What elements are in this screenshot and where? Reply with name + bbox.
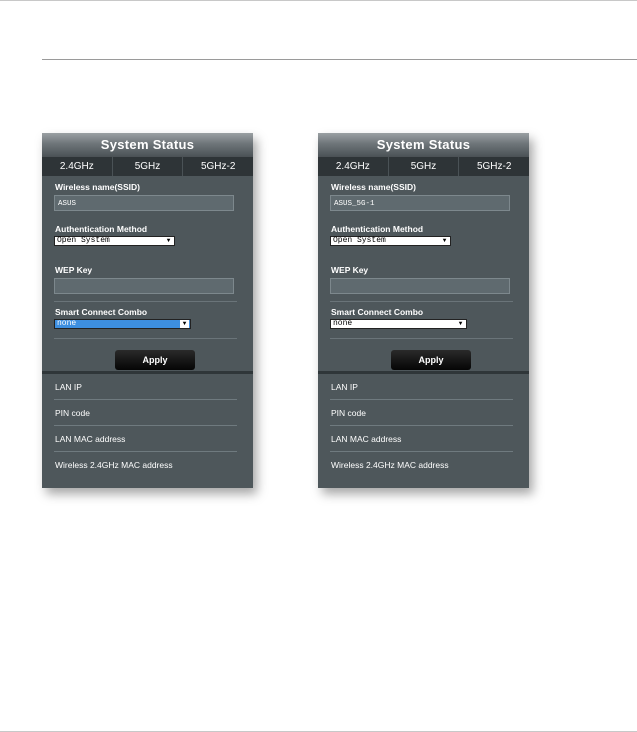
chevron-down-icon: ▼ [166, 237, 171, 244]
smart-connect-value: none [57, 319, 77, 328]
top-rule [0, 0, 637, 1]
panel-title: System Status [42, 133, 253, 157]
lan-mac-row: LAN MAC address [42, 426, 253, 452]
tab-5ghz[interactable]: 5GHz [387, 157, 459, 176]
chevron-down-icon: ▼ [442, 237, 447, 244]
tab-2-4ghz[interactable]: 2.4GHz [318, 157, 388, 176]
header-rule [42, 59, 637, 60]
apply-button[interactable]: Apply [391, 350, 471, 370]
wep-key-label: WEP Key [331, 265, 369, 275]
status-info-list: LAN IP PIN code LAN MAC address Wireless… [318, 374, 529, 478]
status-info-list: LAN IP PIN code LAN MAC address Wireless… [42, 374, 253, 478]
tab-5ghz-2[interactable]: 5GHz-2 [182, 157, 253, 176]
tab-2-4ghz[interactable]: 2.4GHz [42, 157, 112, 176]
wep-key-input[interactable] [54, 278, 234, 294]
apply-button[interactable]: Apply [115, 350, 195, 370]
pin-code-row: PIN code [42, 400, 253, 426]
lan-ip-row: LAN IP [42, 374, 253, 400]
band-tabs: 2.4GHz 5GHz 5GHz-2 [42, 157, 253, 176]
auth-method-label: Authentication Method [55, 224, 148, 234]
auth-method-label: Authentication Method [331, 224, 424, 234]
wireless-mac-row: Wireless 2.4GHz MAC address [55, 460, 173, 470]
auth-method-select[interactable]: Open System ▼ [330, 236, 451, 246]
panel-title: System Status [318, 133, 529, 157]
band-tabs: 2.4GHz 5GHz 5GHz-2 [318, 157, 529, 176]
smart-connect-select[interactable]: none ▼ [330, 319, 467, 329]
chevron-down-icon: ▼ [458, 320, 463, 327]
system-status-panel-1: System Status 2.4GHz 5GHz 5GHz-2 Wireles… [42, 133, 253, 488]
tab-5ghz-2[interactable]: 5GHz-2 [458, 157, 529, 176]
pin-code-row: PIN code [318, 400, 529, 426]
separator [54, 338, 237, 339]
auth-method-value: Open System [57, 236, 110, 245]
auth-method-select[interactable]: Open System ▼ [54, 236, 175, 246]
wep-key-label: WEP Key [55, 265, 93, 275]
separator [54, 301, 237, 302]
lan-ip-row: LAN IP [318, 374, 529, 400]
smart-connect-label: Smart Connect Combo [55, 307, 148, 317]
wireless-settings-form: Wireless name(SSID) ASUS_5G-1 Authentica… [318, 176, 529, 371]
wep-key-input[interactable] [330, 278, 510, 294]
system-status-panel-2: System Status 2.4GHz 5GHz 5GHz-2 Wireles… [318, 133, 529, 488]
ssid-label: Wireless name(SSID) [55, 182, 140, 192]
smart-connect-select[interactable]: none ▼ [54, 319, 191, 329]
smart-connect-label: Smart Connect Combo [331, 307, 424, 317]
ssid-label: Wireless name(SSID) [331, 182, 416, 192]
ssid-input[interactable]: ASUS_5G-1 [330, 195, 510, 211]
auth-method-value: Open System [333, 236, 386, 245]
wireless-mac-row: Wireless 2.4GHz MAC address [331, 460, 449, 470]
separator [330, 338, 513, 339]
tab-5ghz[interactable]: 5GHz [111, 157, 183, 176]
ssid-input[interactable]: ASUS [54, 195, 234, 211]
chevron-down-icon: ▼ [180, 320, 189, 328]
separator [330, 301, 513, 302]
lan-mac-row: LAN MAC address [318, 426, 529, 452]
smart-connect-value: none [333, 319, 353, 328]
wireless-settings-form: Wireless name(SSID) ASUS Authentication … [42, 176, 253, 371]
